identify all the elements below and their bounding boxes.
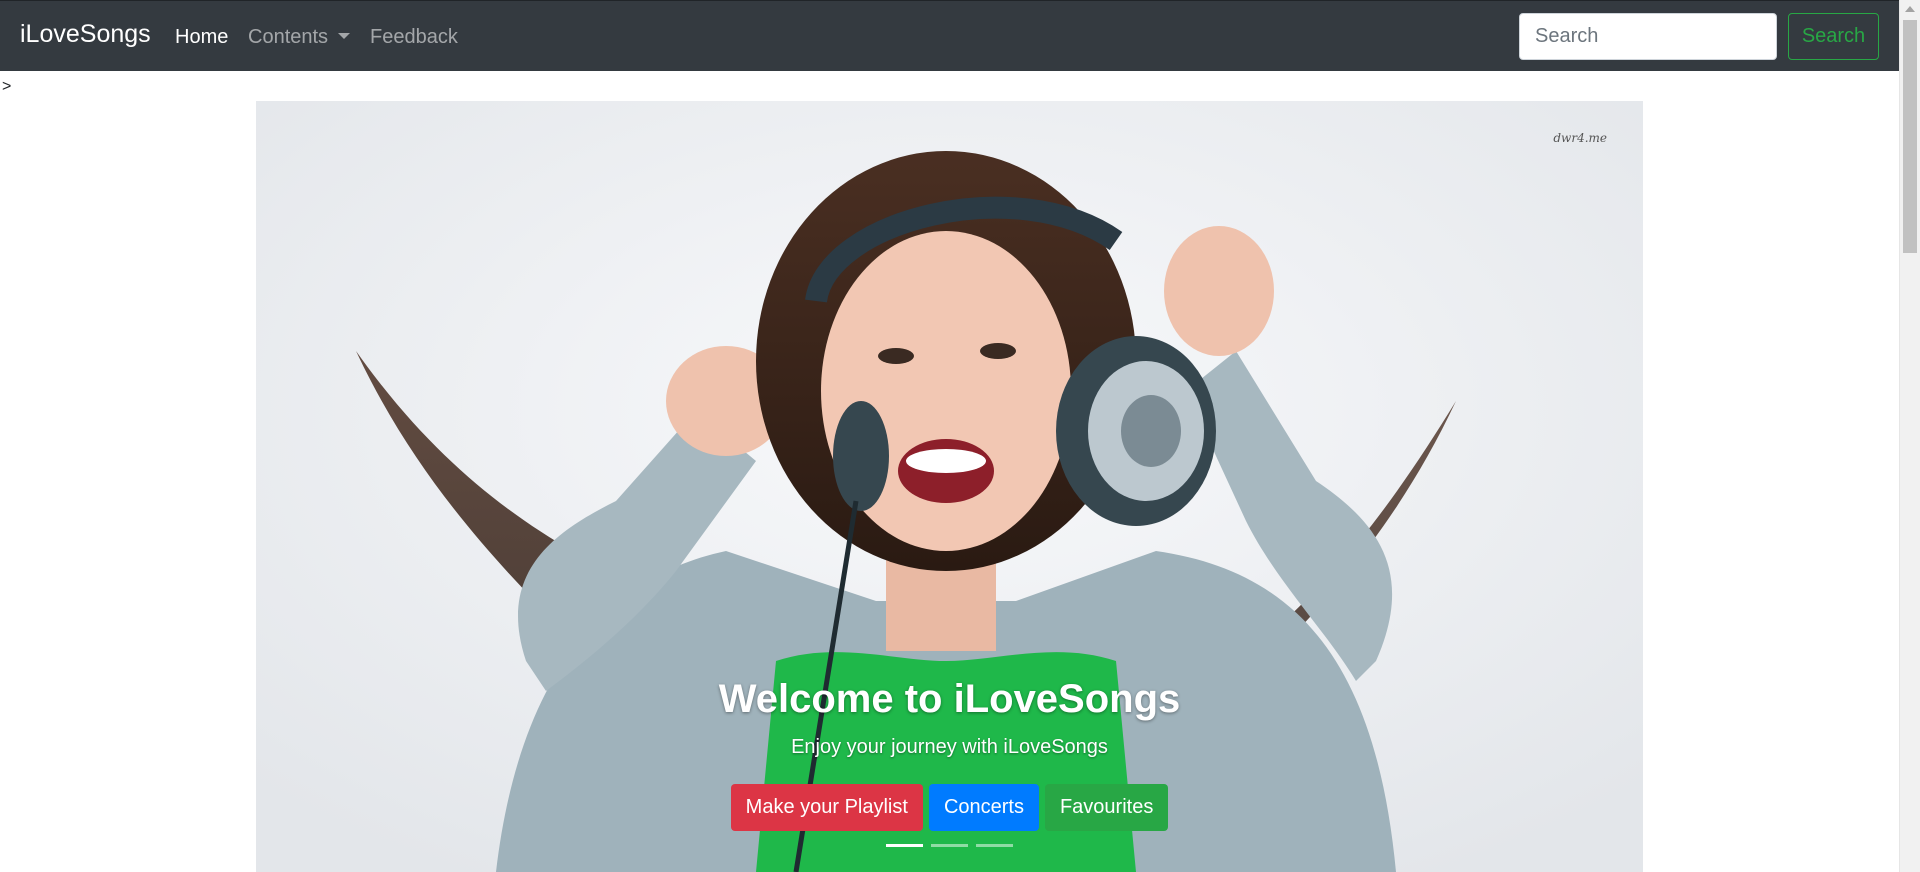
stray-text: > xyxy=(2,78,12,95)
concerts-button[interactable]: Concerts xyxy=(928,784,1039,831)
caret-down-icon xyxy=(338,33,351,39)
carousel-caption: Welcome to iLoveSongs Enjoy your journey… xyxy=(256,677,1643,759)
carousel-indicator-1[interactable] xyxy=(886,844,923,847)
hero-button-group: Make your Playlist Concerts Favourites xyxy=(256,784,1643,831)
nav-link-feedback[interactable]: Feedback xyxy=(370,26,458,49)
scrollbar-thumb[interactable] xyxy=(1903,20,1917,253)
favourites-button[interactable]: Favourites xyxy=(1044,784,1169,831)
carousel-indicator-3[interactable] xyxy=(976,844,1013,847)
vertical-scrollbar[interactable] xyxy=(1899,0,1920,872)
nav-dropdown-contents[interactable]: Contents xyxy=(248,26,351,49)
hero-title: Welcome to iLoveSongs xyxy=(718,677,1181,721)
brand-logo-link[interactable]: iLoveSongs xyxy=(20,20,151,49)
top-navbar: iLoveSongs Home Contents Feedback Search xyxy=(0,0,1899,71)
search-input[interactable] xyxy=(1519,13,1777,60)
hero-subtitle: Enjoy your journey with iLoveSongs xyxy=(791,736,1108,758)
nav-dropdown-contents-label: Contents xyxy=(248,26,329,48)
page: iLoveSongs Home Contents Feedback Search… xyxy=(0,0,1899,872)
carousel-indicator-2[interactable] xyxy=(931,844,968,847)
search-button[interactable]: Search xyxy=(1788,13,1879,60)
make-playlist-button[interactable]: Make your Playlist xyxy=(730,784,923,831)
nav-link-home[interactable]: Home xyxy=(175,26,228,49)
carousel-indicators xyxy=(256,844,1643,847)
hero-carousel: dwr4.me Welcome to iLoveSongs Enjoy your… xyxy=(256,101,1643,872)
image-watermark: dwr4.me xyxy=(1553,131,1607,145)
scroll-up-arrow-icon[interactable] xyxy=(1905,6,1915,12)
